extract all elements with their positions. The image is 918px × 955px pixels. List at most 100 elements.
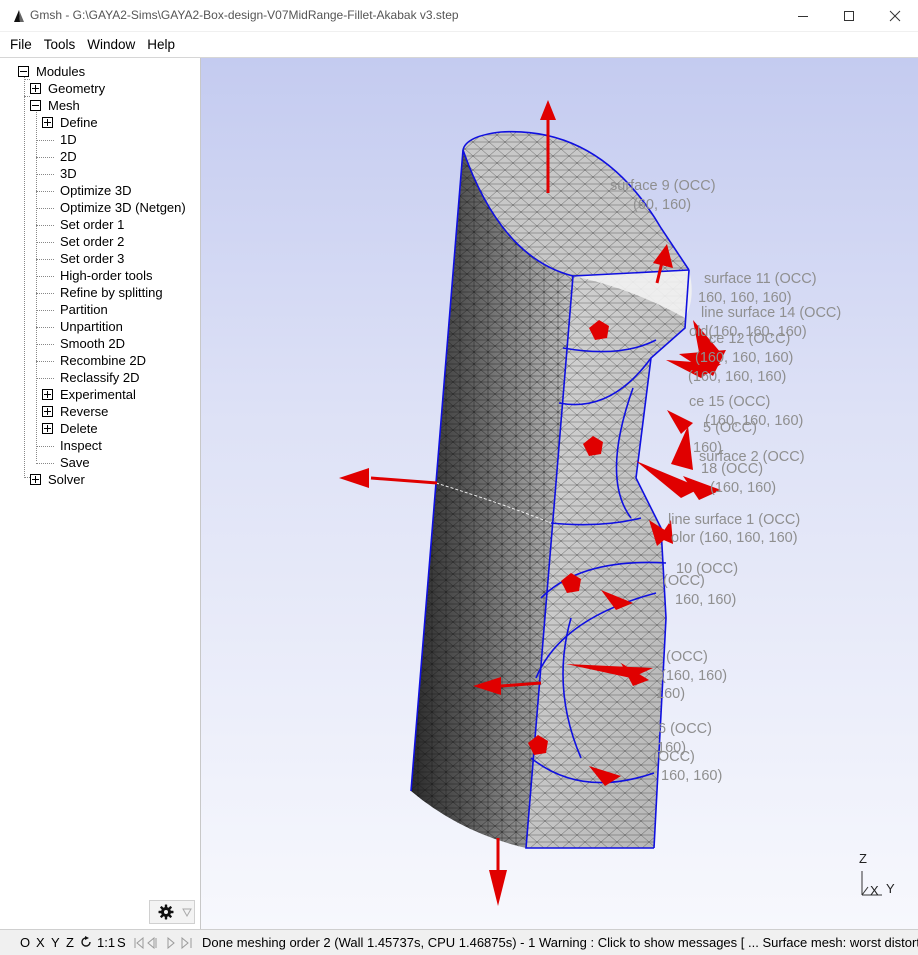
tree-connector — [36, 259, 54, 260]
tree-label: 1D — [60, 132, 77, 147]
tree-connector — [36, 310, 54, 311]
tree-connector — [24, 96, 30, 97]
tree-connector — [36, 327, 54, 328]
snapshot-button[interactable]: S — [117, 935, 126, 950]
tree-connector — [36, 242, 54, 243]
mesh-render — [339, 100, 726, 906]
viewport-label: olor (160, 160, 160) — [671, 530, 798, 546]
tree-label: Unpartition — [60, 319, 123, 334]
expand-icon[interactable] — [30, 474, 41, 485]
menu-help[interactable]: Help — [141, 33, 181, 57]
expand-icon[interactable] — [42, 406, 53, 417]
graphics-viewport[interactable]: surface 9 (OCC) (60, 160) surface 11 (OC… — [201, 58, 918, 929]
dropdown-triangle-icon — [182, 908, 192, 917]
viewport-label: (160, 160) — [710, 480, 777, 496]
tree-connector — [24, 75, 25, 478]
tree-connector — [36, 157, 54, 158]
arrow-bottom — [489, 838, 507, 906]
viewport-label: (OCC) — [666, 649, 708, 665]
tree-label: Modules — [36, 64, 86, 79]
prev-frame-icon — [147, 937, 157, 949]
viewport-label: (160, 160, 160) — [695, 350, 794, 366]
tree-label: Define — [60, 115, 98, 130]
tree-label: Smooth 2D — [60, 336, 126, 351]
menu-file[interactable]: File — [4, 33, 38, 57]
scale-button[interactable]: 1:1 — [97, 935, 115, 950]
close-button[interactable] — [872, 0, 918, 32]
status-message[interactable]: Done meshing order 2 (Wall 1.45737s, CPU… — [202, 935, 918, 950]
axis-label-z: Z — [859, 851, 867, 866]
viewport-label: 6 (OCC) — [658, 721, 712, 737]
view-z-button[interactable]: Z — [66, 935, 74, 950]
viewport-label: 160, 160) — [675, 592, 737, 608]
tree-connector — [36, 344, 54, 345]
viewport-label: 160) — [657, 740, 687, 756]
close-icon — [889, 10, 901, 22]
expand-icon[interactable] — [42, 389, 53, 400]
tree-label: Set order 1 — [60, 217, 125, 232]
axis-label-x: X — [870, 883, 879, 898]
title-bar: Gmsh - G:\GAYA2-Sims\GAYA2-Box-design-V0… — [0, 0, 918, 32]
gmsh-logo-icon — [14, 10, 24, 22]
maximize-button[interactable] — [826, 0, 872, 32]
view-y-button[interactable]: Y — [51, 935, 60, 950]
viewport-label: 160) — [656, 686, 686, 702]
viewport-label: 18 (OCC) — [701, 461, 764, 477]
viewport-label: 160, 160) — [661, 768, 723, 784]
tree-connector — [36, 191, 54, 192]
tree-label: High-order tools — [60, 268, 153, 283]
tree-label: Recombine 2D — [60, 353, 146, 368]
tree-label: Delete — [60, 421, 98, 436]
rotate-icon[interactable] — [80, 936, 92, 948]
tree-connector — [36, 208, 54, 209]
viewport-label: ce 12 (OCC) — [709, 331, 791, 347]
viewport-label: 160, 160, 160) — [698, 290, 792, 306]
window-title: Gmsh - G:\GAYA2-Sims\GAYA2-Box-design-V0… — [30, 8, 459, 22]
viewport-label: line surface 1 (OCC) — [668, 512, 801, 528]
collapse-icon[interactable] — [18, 66, 29, 77]
status-bar: O X Y Z 1:1 S Done meshing order 2 (Wall… — [0, 929, 918, 955]
tree-label: 2D — [60, 149, 77, 164]
tree-label: Optimize 3D — [60, 183, 132, 198]
tree-label: Optimize 3D (Netgen) — [60, 200, 186, 215]
tree-connector — [36, 463, 54, 464]
axes-gizmo: Z X Y — [856, 851, 900, 899]
last-frame-icon — [181, 937, 192, 949]
tree-connector — [36, 225, 54, 226]
tree-label: Solver — [48, 472, 85, 487]
module-tree-panel: Modules Geometry Mesh Define 1D 2D 3D Op… — [0, 58, 201, 929]
expand-icon[interactable] — [42, 423, 53, 434]
view-origin-button[interactable]: O — [20, 935, 30, 950]
play-icon — [167, 937, 175, 949]
viewport-label: (160, 160, 160) — [688, 369, 787, 385]
settings-button[interactable] — [149, 900, 195, 924]
tree-label: Set order 3 — [60, 251, 125, 266]
tree-connector — [36, 293, 54, 294]
view-x-button[interactable]: X — [36, 935, 45, 950]
viewport-label: surface 9 (OCC) — [610, 178, 716, 194]
tree-label: Partition — [60, 302, 108, 317]
expand-icon[interactable] — [42, 117, 53, 128]
maximize-icon — [844, 11, 854, 21]
viewport-label: (OCC) — [663, 573, 705, 589]
arrow-left — [339, 468, 438, 488]
expand-icon[interactable] — [30, 83, 41, 94]
collapse-icon[interactable] — [30, 100, 41, 111]
tree-connector — [36, 276, 54, 277]
minimize-icon — [798, 16, 808, 17]
menu-bar: File Tools Window Help — [0, 32, 918, 58]
gmsh-window: Gmsh - G:\GAYA2-Sims\GAYA2-Box-design-V0… — [0, 0, 918, 955]
viewport-label: (60, 160) — [633, 197, 692, 213]
viewport-label: surface 11 (OCC) — [704, 271, 817, 287]
minimize-button[interactable] — [780, 0, 826, 32]
tree-label: Refine by splitting — [60, 285, 163, 300]
tree-label: Reverse — [60, 404, 109, 419]
tree-label: Inspect — [60, 438, 102, 453]
menu-tools[interactable]: Tools — [38, 33, 82, 57]
tree-connector — [36, 140, 54, 141]
viewport-label: ce 15 (OCC) — [689, 394, 771, 410]
tree-label: Save — [60, 455, 90, 470]
tree-connector — [24, 79, 30, 80]
tree-connector — [36, 109, 37, 461]
menu-window[interactable]: Window — [81, 33, 141, 57]
